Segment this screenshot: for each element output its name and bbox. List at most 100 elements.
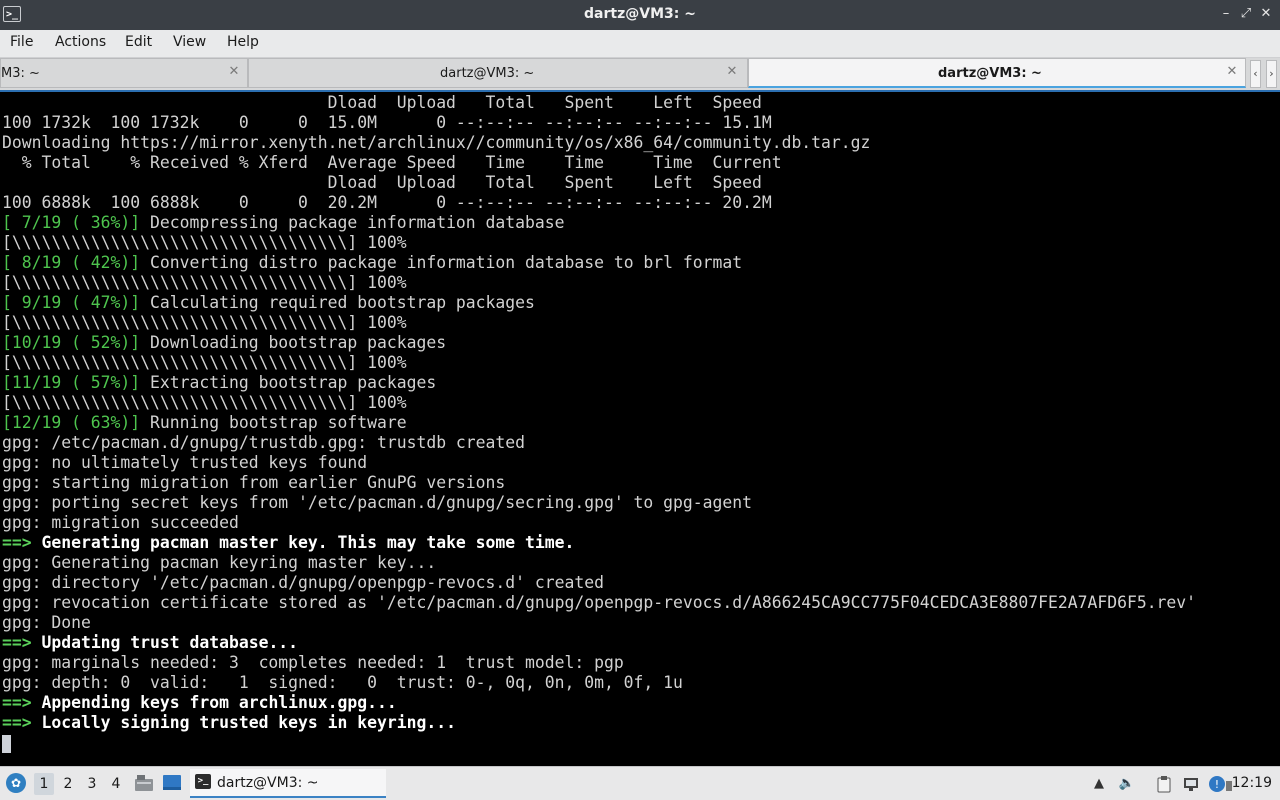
tab-label: M3: ~ [1,66,40,81]
taskbar: ✿ 1 2 3 4 >_ dartz@VM3: ~ ▲ 🔈 ! 12:19 [0,766,1280,800]
terminal-text: gpg: /etc/pacman.d/gnupg/trustdb.gpg: tr… [2,433,526,452]
start-menu-icon[interactable]: ✿ [6,773,26,793]
terminal-text: Dload Upload Total Spent Left Speed [2,93,762,112]
terminal-text: 100 6888k 100 6888k 0 0 20.2M 0 --:--:--… [2,193,772,212]
terminal-line: gpg: migration succeeded [2,513,1196,533]
terminal-text: Calculating required bootstrap packages [140,293,535,312]
taskbar-task-terminal[interactable]: >_ dartz@VM3: ~ [190,769,386,798]
terminal-text: ==> [2,533,32,552]
clock: 12:19 [1231,775,1272,791]
terminal-text: Downloading https://mirror.xenyth.net/ar… [2,133,871,152]
terminal-line: gpg: Generating pacman keyring master ke… [2,553,1196,573]
terminal-text: Running bootstrap software [140,413,407,432]
terminal-line: gpg: Done [2,613,1196,633]
volume-icon[interactable]: 🔈 [1118,775,1136,793]
tab-scroll-right-icon[interactable]: › [1266,60,1277,88]
terminal-text: gpg: porting secret keys from '/etc/pacm… [2,493,752,512]
menu-help[interactable]: Help [227,34,259,50]
terminal-text: gpg: migration succeeded [2,513,239,532]
terminal-text: Downloading bootstrap packages [140,333,447,352]
menu-edit[interactable]: Edit [125,34,152,50]
tab-terminal-3[interactable]: dartz@VM3: ~ ✕ [748,58,1246,88]
menu-bar: File Actions Edit View Help [0,30,1280,58]
terminal-text: gpg: depth: 0 valid: 1 signed: 0 trust: … [2,673,683,692]
terminal-line: gpg: revocation certificate stored as '/… [2,593,1196,613]
task-label: dartz@VM3: ~ [217,775,319,791]
terminal-line: gpg: starting migration from earlier Gnu… [2,473,1196,493]
terminal-line: [\\\\\\\\\\\\\\\\\\\\\\\\\\\\\\\\\\] 100… [2,393,1196,413]
workspace-3[interactable]: 3 [82,773,102,795]
workspace-4[interactable]: 4 [106,773,126,795]
terminal-line: gpg: depth: 0 valid: 1 signed: 0 trust: … [2,673,1196,693]
terminal-icon: >_ [195,774,211,789]
terminal-text: Decompressing package information databa… [140,213,565,232]
terminal-text: [\\\\\\\\\\\\\\\\\\\\\\\\\\\\\\\\\\] 100… [2,353,407,372]
svg-text:!: ! [1215,778,1219,791]
terminal-line: [\\\\\\\\\\\\\\\\\\\\\\\\\\\\\\\\\\] 100… [2,353,1196,373]
terminal-text: gpg: starting migration from earlier Gnu… [2,473,506,492]
terminal-text: Appending keys from archlinux.gpg... [31,693,397,712]
maximize-button[interactable]: ⤢ [1238,6,1254,22]
tab-scroll-left-icon[interactable]: ‹ [1250,60,1261,88]
terminal-text: ==> [2,633,32,652]
window-titlebar[interactable]: >_ dartz@VM3: ~ – ⤢ ✕ [0,0,1280,30]
terminal-line: [12/19 ( 63%)] Running bootstrap softwar… [2,413,1196,433]
workspace-1[interactable]: 1 [34,773,54,795]
menu-view[interactable]: View [173,34,206,50]
clipboard-icon[interactable] [1155,775,1173,793]
terminal-line: 100 1732k 100 1732k 0 0 15.0M 0 --:--:--… [2,113,1196,133]
terminal-line: % Total % Received % Xferd Average Speed… [2,153,1196,173]
terminal-text: Converting distro package information da… [140,253,743,272]
terminal-line: [\\\\\\\\\\\\\\\\\\\\\\\\\\\\\\\\\\] 100… [2,273,1196,293]
terminal-prompt-line [2,733,1196,753]
terminal-text: [10/19 ( 52%)] [2,333,141,352]
show-desktop-icon[interactable] [162,774,182,792]
tab-terminal-1[interactable]: M3: ~ ✕ [0,58,248,88]
terminal-line: ==> Appending keys from archlinux.gpg... [2,693,1196,713]
terminal-line: gpg: /etc/pacman.d/gnupg/trustdb.gpg: tr… [2,433,1196,453]
terminal-text: Dload Upload Total Spent Left Speed [2,173,762,192]
terminal-text: [\\\\\\\\\\\\\\\\\\\\\\\\\\\\\\\\\\] 100… [2,233,407,252]
terminal-text: gpg: directory '/etc/pacman.d/gnupg/open… [2,573,604,592]
terminal-lines: Dload Upload Total Spent Left Speed 100 1… [2,93,1196,753]
terminal-text: [\\\\\\\\\\\\\\\\\\\\\\\\\\\\\\\\\\] 100… [2,313,407,332]
network-icon[interactable] [1182,775,1200,793]
terminal-line: [\\\\\\\\\\\\\\\\\\\\\\\\\\\\\\\\\\] 100… [2,233,1196,253]
tray-hide-icon[interactable]: ▲ [1090,775,1108,793]
close-tab-icon[interactable]: ✕ [227,64,241,80]
terminal-text: gpg: Done [2,613,91,632]
text-cursor [2,734,11,753]
file-manager-icon[interactable] [134,774,154,792]
terminal-line: gpg: porting secret keys from '/etc/pacm… [2,493,1196,513]
terminal-line: Dload Upload Total Spent Left Speed [2,173,1196,193]
minimize-button[interactable]: – [1218,6,1234,22]
terminal-line: Dload Upload Total Spent Left Speed [2,93,1196,113]
terminal-output[interactable]: Dload Upload Total Spent Left Speed 100 1… [0,90,1280,766]
terminal-text: [12/19 ( 63%)] [2,413,141,432]
terminal-line: gpg: no ultimately trusted keys found [2,453,1196,473]
terminal-text: gpg: marginals needed: 3 completes neede… [2,653,624,672]
terminal-text: 100 1732k 100 1732k 0 0 15.0M 0 --:--:--… [2,113,772,132]
terminal-line: 100 6888k 100 6888k 0 0 20.2M 0 --:--:--… [2,193,1196,213]
terminal-line: ==> Updating trust database... [2,633,1196,653]
terminal-text: [\\\\\\\\\\\\\\\\\\\\\\\\\\\\\\\\\\] 100… [2,393,407,412]
terminal-line: Downloading https://mirror.xenyth.net/ar… [2,133,1196,153]
terminal-line: ==> Generating pacman master key. This m… [2,533,1196,553]
workspace-2[interactable]: 2 [58,773,78,795]
terminal-line: [10/19 ( 52%)] Downloading bootstrap pac… [2,333,1196,353]
close-tab-icon[interactable]: ✕ [1225,64,1239,80]
menu-actions[interactable]: Actions [55,34,106,50]
terminal-text: ==> [2,693,32,712]
menu-file[interactable]: File [10,34,33,50]
terminal-text: [11/19 ( 57%)] [2,373,141,392]
tab-bar: M3: ~ ✕ dartz@VM3: ~ ✕ dartz@VM3: ~ ✕ [0,58,1280,90]
window-title: dartz@VM3: ~ [584,6,696,22]
close-tab-icon[interactable]: ✕ [725,64,739,80]
tab-terminal-2[interactable]: dartz@VM3: ~ ✕ [248,58,748,88]
terminal-text: gpg: no ultimately trusted keys found [2,453,368,472]
close-button[interactable]: ✕ [1258,6,1274,22]
terminal-text: ==> [2,713,32,732]
terminal-text: [ 7/19 ( 36%)] [2,213,141,232]
terminal-line: [ 8/19 ( 42%)] Converting distro package… [2,253,1196,273]
terminal-line: [11/19 ( 57%)] Extracting bootstrap pack… [2,373,1196,393]
